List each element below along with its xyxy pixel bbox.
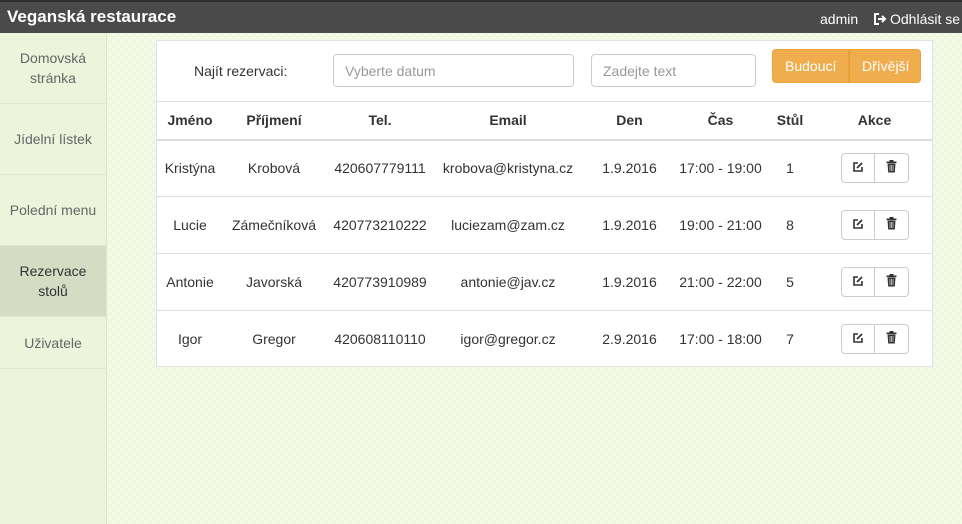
delete-button[interactable] [874,210,909,240]
time-cell: 21:00 - 22:00 [678,253,763,311]
table-number-cell: 5 [763,253,817,311]
edit-icon [852,158,864,178]
first-name-cell: Igor [157,310,223,368]
row-actions [840,267,909,297]
sidebar: Domovská stránka Jídelní lístek Polední … [0,33,107,524]
sidebar-item-label: Polední menu [9,202,97,218]
table-row: Kristýna Krobová 420607779111 krobova@krist… [157,139,932,197]
edit-button[interactable] [840,153,875,184]
header-email: Email [435,101,581,141]
edit-button[interactable] [840,324,875,355]
row-actions [840,153,909,184]
header-phone: Tel. [325,101,435,141]
header-first-name: Jméno [157,101,223,141]
logout-label: Odhlásit se [890,11,961,27]
reservations-table: Jméno Příjmení Tel. Email Den Čas Stůl A… [157,101,932,368]
table-row: Antonie Javorská 420773910989 antonie@jav.c… [157,253,932,311]
phone-cell: 420608110110 [325,310,435,368]
trash-icon [886,215,897,235]
table-number-cell: 7 [763,310,817,368]
header-actions: Akce [817,101,932,141]
delete-button[interactable] [874,153,909,184]
sidebar-item-lunch-menu[interactable]: Polední menu [0,175,106,246]
table-number-cell: 8 [763,196,817,254]
sidebar-item-reservations[interactable]: Rezervace stolů [0,246,106,317]
row-actions [840,210,909,240]
table-row: Lucie Zámečníková 420773210222 luciezam@zam… [157,196,932,254]
delete-button[interactable] [874,324,909,355]
trash-icon [886,329,897,349]
last-name-cell: Zámečníková [223,196,325,254]
last-name-cell: Javorská [223,253,325,311]
sidebar-item-label: Rezervace stolů [19,263,87,299]
sidebar-item-home[interactable]: Domovská stránka [0,33,106,104]
first-name-cell: Kristýna [157,139,223,197]
phone-cell: 420773910989 [325,253,435,311]
phone-cell: 420607779111 [325,139,435,197]
sidebar-item-menu-card[interactable]: Jídelní lístek [0,104,106,175]
date-input[interactable] [333,54,574,87]
time-cell: 17:00 - 19:00 [678,139,763,197]
edit-button[interactable] [840,267,875,297]
time-filter-group: Budoucí Dřívější [772,49,921,83]
phone-cell: 420773210222 [325,196,435,254]
actions-cell [817,139,932,197]
brand-title[interactable]: Veganská restaurace [7,7,176,27]
edit-icon [852,215,864,235]
future-button[interactable]: Budoucí [772,49,849,83]
header-time: Čas [678,101,763,141]
first-name-cell: Lucie [157,196,223,254]
top-navbar: Veganská restaurace admin Odhlásit se [0,0,962,33]
header-last-name: Příjmení [223,101,325,141]
edit-button[interactable] [840,210,875,240]
email-cell: igor@gregor.cz [435,310,581,368]
email-cell: antonie@jav.cz [435,253,581,311]
table-header-row: Jméno Příjmení Tel. Email Den Čas Stůl A… [157,101,932,141]
actions-cell [817,253,932,311]
table-row: Igor Gregor 420608110110 igor@gregor.cz 2.9.… [157,310,932,368]
username-label: admin [820,11,859,27]
sidebar-item-label: Domovská stránka [19,50,87,86]
trash-icon [886,272,897,292]
header-table-number: Stůl [763,101,817,141]
email-cell: luciezam@zam.cz [435,196,581,254]
logout-link[interactable]: Odhlásit se [873,11,960,27]
day-cell: 2.9.2016 [581,310,678,368]
time-cell: 17:00 - 18:00 [678,310,763,368]
reservations-panel: Najít rezervaci: Budoucí Dřívější Jméno … [156,40,933,368]
sidebar-item-label: Uživatele [24,334,82,351]
last-name-cell: Krobová [223,139,325,197]
row-actions [840,324,909,355]
day-cell: 1.9.2016 [581,139,678,197]
last-name-cell: Gregor [223,310,325,368]
delete-button[interactable] [874,267,909,297]
search-bar: Najít rezervaci: Budoucí Dřívější [157,41,932,101]
sign-out-icon [874,13,887,25]
email-cell: krobova@kristyna.cz [435,139,581,197]
header-day: Den [581,101,678,141]
day-cell: 1.9.2016 [581,253,678,311]
search-label: Najít rezervaci: [194,63,288,79]
actions-cell [817,310,932,368]
edit-icon [852,329,864,349]
time-cell: 19:00 - 21:00 [678,196,763,254]
edit-icon [852,272,864,292]
table-number-cell: 1 [763,139,817,197]
first-name-cell: Antonie [157,253,223,311]
day-cell: 1.9.2016 [581,196,678,254]
sidebar-item-users[interactable]: Uživatele [0,317,106,369]
past-button[interactable]: Dřívější [849,49,921,83]
trash-icon [886,158,897,178]
search-text-input[interactable] [591,54,756,87]
sidebar-item-label: Jídelní lístek [14,131,92,147]
actions-cell [817,196,932,254]
